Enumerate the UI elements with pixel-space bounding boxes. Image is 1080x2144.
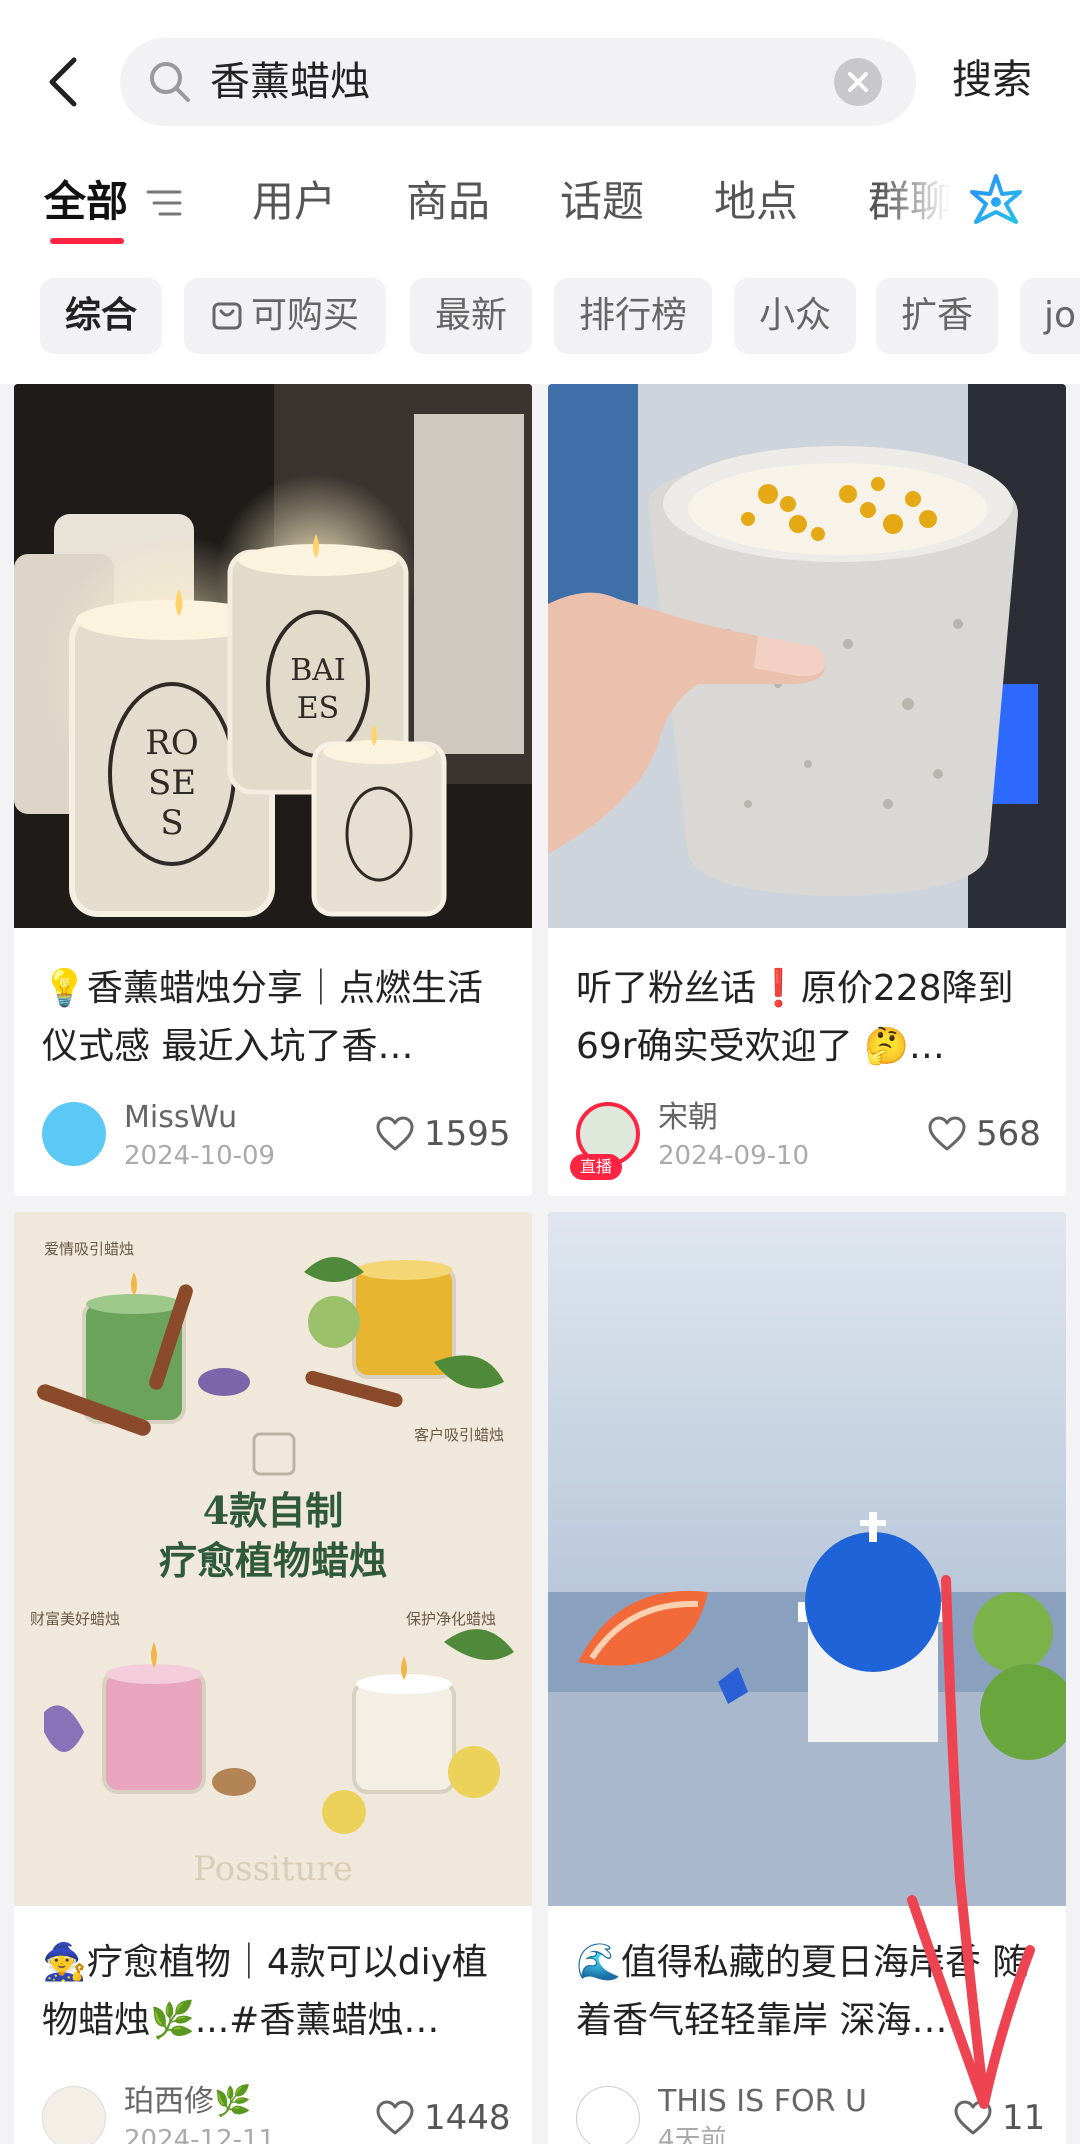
note-card[interactable]: 听了粉丝话❗原价228降到69r确实受欢迎了 🤔… 直播 宋朝 2024-09-… — [548, 384, 1066, 1196]
tab-all[interactable]: 全部 — [44, 174, 128, 230]
like-count: 1595 — [424, 1114, 511, 1154]
candle-label-wealth: 财富美好蜡烛 — [30, 1610, 120, 1628]
chevron-left-icon — [49, 57, 77, 107]
post-date: 2024-12-11 — [124, 2125, 276, 2144]
like-button[interactable]: 568 — [928, 1112, 1041, 1156]
heart-icon — [376, 2100, 414, 2135]
author-name[interactable]: 珀西修🌿 — [124, 2084, 251, 2120]
like-button[interactable]: 1595 — [376, 1112, 511, 1156]
like-button[interactable]: 11 — [954, 2096, 1045, 2140]
like-count: 568 — [976, 1114, 1041, 1154]
svg-text:BAI: BAI — [290, 653, 346, 688]
note-cover-image: RO SE S BAI ES — [14, 384, 532, 928]
note-card[interactable]: RO SE S BAI ES 💡香薰蜡烛分享｜点燃生活仪式感 最近入坑了香… M… — [14, 384, 532, 1196]
chip-purchasable[interactable]: 可购买 — [184, 278, 386, 354]
chip-ranking[interactable]: 排行榜 — [554, 278, 712, 354]
heart-icon — [376, 1116, 414, 1151]
filter-chips: 综合 可购买 最新 排行榜 小众 扩香 jo — [0, 278, 1080, 358]
heart-icon — [928, 1116, 966, 1151]
shopping-bag-icon — [212, 302, 242, 330]
chip-diffuser[interactable]: 扩香 — [876, 278, 998, 354]
chip-jo[interactable]: jo — [1020, 278, 1080, 354]
post-date: 2024-09-10 — [658, 1141, 810, 1171]
post-date: 2024-10-09 — [124, 1141, 276, 1171]
avatar[interactable] — [42, 1102, 106, 1166]
image-headline-2: 疗愈植物蜡烛 — [159, 1538, 387, 1583]
chip-label: 排行榜 — [578, 295, 687, 336]
search-results-feed: RO SE S BAI ES 💡香薰蜡烛分享｜点燃生活仪式感 最近入坑了香… M… — [0, 384, 1080, 2144]
note-card[interactable]: 🌊值得私藏的夏日海岸香 随着香气轻轻靠岸 深海… THIS IS FOR U 4… — [548, 1212, 1066, 2144]
active-tab-indicator — [50, 238, 124, 244]
post-date: 4天前 — [658, 2125, 727, 2144]
note-cover-image — [548, 384, 1066, 928]
back-button[interactable] — [40, 52, 90, 112]
avatar[interactable] — [576, 2086, 640, 2144]
clear-search-button[interactable] — [834, 58, 882, 106]
author-name[interactable]: 宋朝 — [658, 1100, 718, 1136]
search-query[interactable]: 香薰蜡烛 — [210, 56, 370, 108]
close-icon — [848, 72, 868, 92]
svg-text:RO: RO — [145, 723, 198, 763]
note-cover-image — [548, 1212, 1066, 1906]
note-title: 💡香薰蜡烛分享｜点燃生活仪式感 最近入坑了香… — [42, 968, 483, 1067]
chip-label: 扩香 — [900, 295, 973, 336]
svg-text:ES: ES — [297, 691, 339, 726]
tab-products[interactable]: 商品 — [406, 174, 490, 230]
live-badge: 直播 — [570, 1154, 622, 1180]
svg-text:S: S — [160, 803, 183, 843]
tab-users[interactable]: 用户 — [252, 174, 336, 230]
image-brand-watermark: Possiture — [193, 1849, 353, 1889]
category-tabs: 全部 用户 商品 话题 地点 群聊 — [0, 170, 1080, 250]
candle-label-protect: 保护净化蜡烛 — [406, 1610, 496, 1628]
note-card[interactable]: 爱情吸引蜡烛 客户吸引蜡烛 4款自制 疗愈植物蜡烛 财富美好蜡烛 保护净化蜡烛 … — [14, 1212, 532, 2144]
chip-label: 小众 — [758, 295, 831, 336]
like-count: 1448 — [424, 2098, 511, 2138]
tab-places[interactable]: 地点 — [714, 174, 798, 230]
chip-label: 可购买 — [250, 295, 359, 336]
heart-icon — [954, 2100, 992, 2135]
search-input[interactable]: 香薰蜡烛 — [120, 38, 916, 126]
chip-label: jo — [1044, 295, 1077, 336]
avatar[interactable] — [42, 2086, 106, 2144]
chip-niche[interactable]: 小众 — [734, 278, 856, 354]
note-title: 听了粉丝话❗原价228降到69r确实受欢迎了 🤔… — [576, 968, 1014, 1067]
candle-label-client: 客户吸引蜡烛 — [414, 1426, 504, 1444]
search-header: 香薰蜡烛 搜索 — [0, 0, 1080, 160]
candle-label-love: 爱情吸引蜡烛 — [44, 1240, 134, 1258]
like-button[interactable]: 1448 — [376, 2096, 511, 2140]
svg-text:SE: SE — [148, 763, 196, 803]
filter-icon[interactable] — [146, 188, 182, 218]
note-cover-image: 爱情吸引蜡烛 客户吸引蜡烛 4款自制 疗愈植物蜡烛 财富美好蜡烛 保护净化蜡烛 … — [14, 1212, 532, 1906]
ai-sparkle-icon[interactable] — [964, 170, 1028, 234]
chip-latest[interactable]: 最新 — [410, 278, 532, 354]
tab-topics[interactable]: 话题 — [560, 174, 644, 230]
image-headline-1: 4款自制 — [203, 1488, 343, 1533]
chip-label: 综合 — [64, 295, 137, 336]
note-title: 🧙疗愈植物｜4款可以diy植物蜡烛🌿...#香薰蜡烛… — [42, 1942, 488, 2041]
like-count: 11 — [1002, 2098, 1046, 2138]
chip-label: 最新 — [434, 295, 507, 336]
search-icon — [150, 62, 190, 102]
author-name[interactable]: THIS IS FOR U — [658, 2084, 867, 2120]
chip-comprehensive[interactable]: 综合 — [40, 278, 162, 354]
note-title: 🌊值得私藏的夏日海岸香 随着香气轻轻靠岸 深海… — [576, 1942, 1029, 2041]
search-button[interactable]: 搜索 — [952, 52, 1032, 108]
author-name[interactable]: MissWu — [124, 1100, 237, 1136]
